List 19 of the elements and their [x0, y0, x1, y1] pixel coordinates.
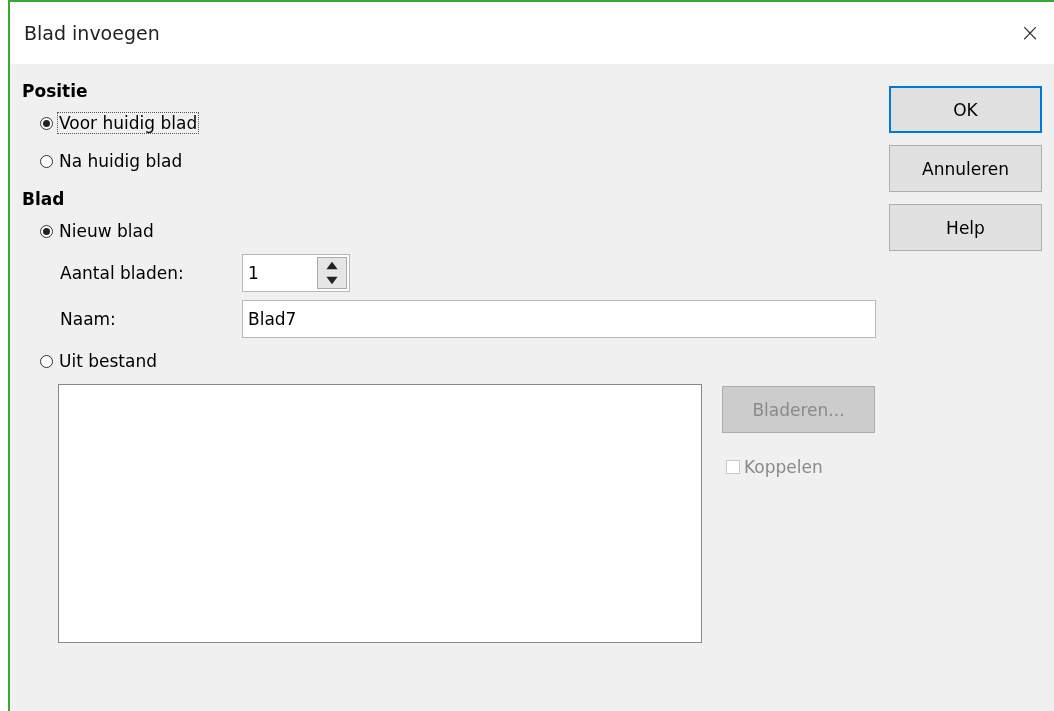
window-title: Blad invoegen — [24, 22, 160, 44]
dialog-button[interactable]: Help — [889, 204, 1042, 251]
dialog-button[interactable]: Annuleren — [889, 145, 1042, 192]
radio-label[interactable]: Na huidig blad — [57, 150, 185, 172]
name-field[interactable]: Blad7 — [242, 300, 876, 338]
section-heading: Positie — [22, 80, 89, 103]
radio-button[interactable] — [40, 354, 53, 368]
radio-label[interactable]: Nieuw blad — [57, 220, 156, 242]
radio-button[interactable] — [40, 154, 53, 168]
radio-label[interactable]: Uit bestand — [57, 350, 159, 372]
radio-button[interactable] — [40, 224, 53, 238]
field-label: Aantal bladen: — [60, 263, 185, 283]
radio-button[interactable] — [40, 116, 53, 130]
field-label: Naam: — [60, 309, 117, 329]
section-heading: Blad — [22, 188, 66, 211]
close-button[interactable]: × — [1019, 19, 1040, 47]
count-spinbox[interactable]: 1 — [242, 254, 350, 292]
radio-label[interactable]: Voor huidig blad — [57, 112, 200, 134]
dialog-button[interactable]: OK — [889, 86, 1042, 133]
